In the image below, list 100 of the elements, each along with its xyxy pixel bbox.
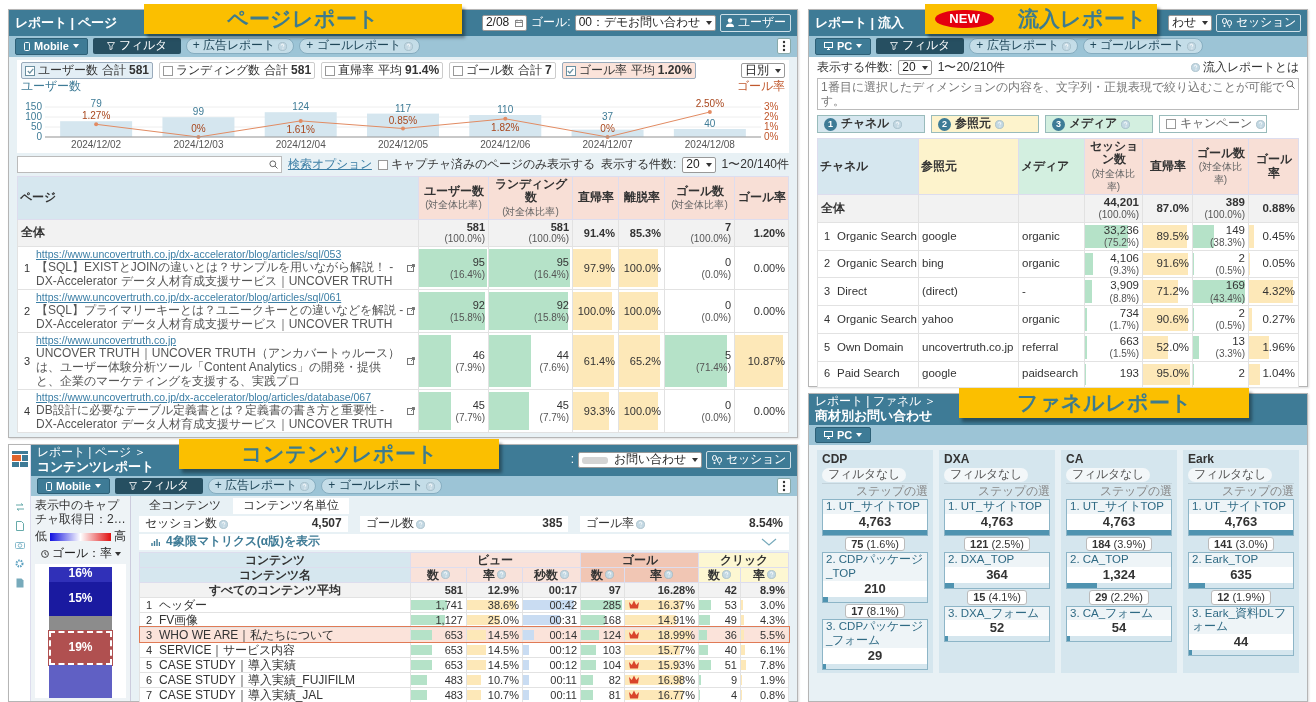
checkbox[interactable] <box>1166 119 1176 130</box>
table-cell: 100.0% <box>622 404 661 418</box>
goal-select[interactable]: お問い合わせ <box>578 452 702 469</box>
checkbox[interactable] <box>25 65 35 76</box>
funnel-step[interactable]: 1. UT_サイトTOP 4,763 <box>822 498 928 536</box>
table-row[interactable]: 1 ヘッダー 1,741 38.6% 00:42 285 16.37% 53 3.0% <box>139 597 789 613</box>
filter-button[interactable]: フィルタ <box>876 38 965 55</box>
help-icon <box>300 481 310 491</box>
heatmap-block[interactable]: 16% <box>49 566 112 582</box>
add-report-button[interactable]: + ゴールレポート <box>321 478 442 494</box>
more-options-button[interactable] <box>777 478 791 495</box>
table-row[interactable]: 5 CASE STUDY｜導入実績 653 14.5% 00:12 104 15.93% 51 7.8% <box>139 657 789 673</box>
add-report-button[interactable]: + 広告レポート <box>969 38 1078 55</box>
checkbox[interactable] <box>453 65 464 76</box>
table-cell-text: 95 <box>471 255 485 269</box>
heatmap-block[interactable] <box>49 664 112 698</box>
settings-icon[interactable] <box>15 559 24 568</box>
funnel-step[interactable]: 1. UT_サイトTOP 4,763 <box>1066 498 1172 536</box>
banner-title: ファネルレポート <box>1016 390 1192 416</box>
page-url-link[interactable]: https://www.uncovertruth.co.jp <box>36 334 177 347</box>
funnel-step[interactable]: 3. CA_フォーム 54 <box>1066 605 1172 643</box>
per-page-select[interactable]: 20 <box>682 156 716 173</box>
document-icon[interactable] <box>15 521 24 531</box>
device-button[interactable]: PC <box>815 426 872 444</box>
caret-icon <box>706 21 712 25</box>
page-url-link[interactable]: https://www.uncovertruth.co.jp/dx-accelerator/blog/articles/sql/053 <box>36 247 342 260</box>
funnel-step[interactable]: 2. Eark_TOP 635 <box>1188 552 1294 589</box>
tab[interactable]: 全コンテンツ <box>139 498 231 515</box>
table-row[interactable]: 4 SERVICE｜サービス内容 653 14.5% 00:12 103 15.77% 40 6.1% <box>139 642 789 658</box>
filter-chip[interactable]: フィルタなし <box>1066 468 1150 482</box>
axis-tick-label: 0 <box>36 131 42 143</box>
heatmap-block[interactable]: 15% <box>49 581 112 616</box>
dimension-chip[interactable]: 1 チャネル <box>817 115 925 134</box>
step-label: 2. CDPパッケージ_TOP <box>823 553 927 581</box>
more-options-button[interactable] <box>777 38 791 55</box>
filter-button[interactable]: フィルタ <box>92 38 181 55</box>
metric-card[interactable]: ユーザー数 合計 581 <box>21 61 154 80</box>
interval-select[interactable]: 日別 <box>741 62 785 79</box>
filter-chip[interactable]: フィルタなし <box>822 468 906 482</box>
page-url-link[interactable]: https://www.uncovertruth.co.jp/dx-accelerator/blog/articles/sql/061 <box>36 291 342 304</box>
device-button[interactable]: Mobile <box>15 38 88 55</box>
table-row[interactable]: 3 WHO WE ARE｜私たちについて 653 14.5% 00:14 124 18.99% 36 5.5% <box>139 627 789 643</box>
checkbox[interactable] <box>325 65 336 76</box>
heatmap-block[interactable]: 19% <box>49 630 112 665</box>
session-button[interactable]: セッション <box>1216 14 1301 32</box>
funnel-step[interactable]: 2. CA_TOP 1,324 <box>1066 552 1172 589</box>
goal-select[interactable]: わせ <box>1168 15 1212 31</box>
dimension-chip[interactable]: 3 メディア <box>1045 115 1153 134</box>
date-field[interactable]: 2/08 <box>481 15 528 31</box>
metric-card[interactable]: 直帰率 平均 91.4% <box>321 61 444 80</box>
goal-metric-select[interactable]: ゴール：率 <box>35 546 126 561</box>
funnel-step[interactable]: 1. UT_サイトTOP 4,763 <box>1188 498 1294 536</box>
dimension-chip[interactable]: キャンペーン <box>1159 115 1267 134</box>
funnel-step[interactable]: 3. Eark_資料DLフォーム 44 <box>1188 605 1294 657</box>
add-report-button[interactable]: + 広告レポート <box>207 478 317 494</box>
table-cell-text: 14.5% <box>486 657 519 672</box>
search-field[interactable] <box>17 156 282 174</box>
dimension-chip[interactable]: 2 参照元 <box>931 115 1039 134</box>
row-number: 1 <box>144 597 154 612</box>
filter-chip[interactable]: フィルタなし <box>944 468 1028 482</box>
metric-card[interactable]: ランディング数 合計 581 <box>159 61 316 80</box>
swap-icon[interactable] <box>14 503 25 511</box>
line-point <box>401 126 405 131</box>
table-cell-text: 53 <box>723 597 737 612</box>
device-button[interactable]: PC <box>815 38 872 55</box>
checkbox[interactable] <box>565 65 576 76</box>
page-url-link[interactable]: https://www.uncovertruth.co.jp/dx-accelerator/blog/articles/database/067 <box>36 391 371 404</box>
funnel-step[interactable]: 2. DXA_TOP 364 <box>944 552 1050 589</box>
per-page-select[interactable]: 20 <box>898 59 932 76</box>
funnel-step[interactable]: 3. DXA_フォーム 52 <box>944 605 1050 643</box>
table-row[interactable]: 7 CASE STUDY｜導入実績_JAL 483 10.7% 00:11 81 16.77% 4 0.8% <box>139 687 789 702</box>
camera-icon[interactable] <box>14 541 25 549</box>
checkbox[interactable] <box>377 159 388 170</box>
session-button[interactable]: セッション <box>706 451 791 470</box>
device-button[interactable]: Mobile <box>37 477 110 495</box>
funnel-step[interactable]: 1. UT_サイトTOP 4,763 <box>944 498 1050 536</box>
table-row[interactable]: 2 FV画像 1,127 25.0% 00:31 168 14.91% 49 4.3% <box>139 612 789 628</box>
funnel-step[interactable]: 2. CDPパッケージ_TOP 210 <box>822 552 928 603</box>
filter-chip[interactable]: フィルタなし <box>1188 468 1272 482</box>
metric-card[interactable]: ゴール数 合計 7 <box>449 61 556 80</box>
search-options-link[interactable]: 検索オプション <box>287 157 372 172</box>
tab[interactable]: コンテンツ名単位 <box>233 498 349 515</box>
funnel-step[interactable]: 3. CDPパッケージ_フォーム 29 <box>822 619 928 671</box>
table-cell-text: (43.4%) <box>1209 292 1245 305</box>
user-button[interactable]: ユーザー <box>720 14 791 32</box>
table-cell-text: 0 <box>723 298 731 312</box>
metric-card[interactable]: ゴール率 平均 1.20% <box>561 61 696 80</box>
search-field[interactable]: 1番目に選択したディメンションの内容を、文字列・正規表現で絞り込むことが可能です。 <box>817 78 1299 111</box>
checkbox[interactable] <box>163 65 174 76</box>
matrix-toggle[interactable]: 4象限マトリクス(α版)を表示 <box>139 533 789 550</box>
table-cell-text: 89.5% <box>1155 229 1189 243</box>
add-report-button[interactable]: + 広告レポート <box>185 38 295 55</box>
table-row[interactable]: 6 CASE STUDY｜導入実績_FUJIFILM 483 10.7% 00:11 82 16.98% 9 1.9% <box>139 672 789 688</box>
file-icon[interactable] <box>15 578 24 588</box>
filter-button[interactable]: フィルタ <box>114 478 203 494</box>
add-report-button[interactable]: + ゴールレポート <box>1082 38 1203 55</box>
help-link[interactable]: 流入レポートとは <box>1191 60 1299 75</box>
goal-select[interactable]: 00：デモお問い合わせ <box>574 15 716 31</box>
column-header: ページ <box>17 176 419 220</box>
add-report-button[interactable]: + ゴールレポート <box>299 38 420 55</box>
